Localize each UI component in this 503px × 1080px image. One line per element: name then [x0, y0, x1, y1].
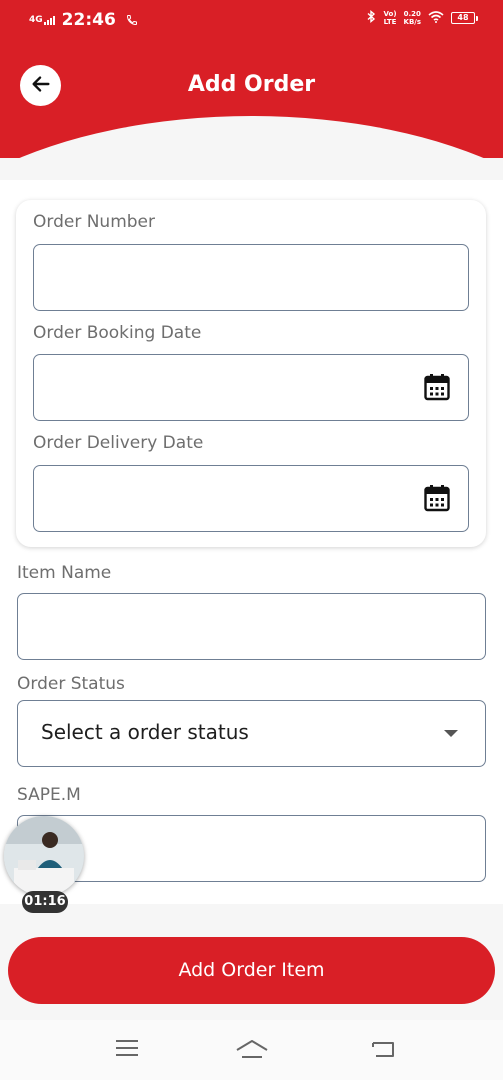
lte-text: LTE	[383, 18, 397, 26]
video-thumbnail	[4, 816, 84, 896]
volte-text: Vo)	[383, 10, 397, 18]
floating-video-bubble[interactable]	[4, 816, 84, 896]
wifi-icon	[428, 10, 444, 26]
add-order-item-button[interactable]: Add Order Item	[8, 937, 495, 1004]
order-status-select[interactable]: Select a order status	[17, 700, 486, 767]
order-delivery-date-label: Order Delivery Date	[33, 433, 204, 453]
status-right: Vo) LTE 0.20 KB/s 48	[367, 10, 478, 26]
order-number-label: Order Number	[33, 212, 156, 232]
calendar-icon[interactable]	[424, 373, 450, 405]
system-nav-bar	[0, 1020, 503, 1080]
page-title: Add Order	[187, 72, 316, 97]
form-container: Order Number Order Booking Date Order De…	[0, 180, 503, 904]
call-icon	[126, 11, 138, 30]
order-status-selected: Select a order status	[41, 720, 249, 744]
back-icon[interactable]	[370, 1038, 396, 1064]
signal-icon: 4G	[29, 15, 58, 25]
menu-icon[interactable]	[115, 1038, 139, 1062]
calendar-icon[interactable]	[424, 484, 450, 516]
header-curve	[0, 116, 503, 158]
order-info-card: Order Number Order Booking Date Order De…	[16, 200, 486, 547]
status-time: 22:46	[61, 10, 116, 30]
order-status-label: Order Status	[17, 674, 125, 694]
video-timer-badge: 01:16	[22, 891, 68, 913]
app-header: 4G 22:46 Vo) LTE 0.20 KB/s 48 Add Order	[0, 0, 503, 158]
speed-value: 0.20	[403, 10, 421, 18]
battery-icon: 48	[451, 12, 478, 24]
sape-m-label: SAPE.M	[17, 785, 81, 805]
sape-m-input[interactable]	[17, 815, 486, 882]
item-name-input[interactable]	[17, 593, 486, 660]
chevron-down-icon	[444, 730, 458, 737]
item-name-label: Item Name	[17, 563, 112, 583]
order-booking-date-label: Order Booking Date	[33, 323, 202, 343]
bluetooth-icon	[367, 10, 376, 26]
status-left: 4G 22:46	[29, 10, 138, 30]
battery-level: 48	[457, 13, 469, 22]
network-speed: 0.20 KB/s	[404, 10, 421, 26]
volte-indicator: Vo) LTE	[383, 10, 396, 26]
speed-unit: KB/s	[403, 18, 421, 26]
order-delivery-date-input[interactable]	[33, 465, 469, 532]
order-number-input[interactable]	[33, 244, 469, 311]
status-bar: 4G 22:46 Vo) LTE 0.20 KB/s 48	[0, 0, 503, 40]
network-type: 4G	[29, 15, 43, 25]
order-booking-date-input[interactable]	[33, 354, 469, 421]
home-icon[interactable]	[235, 1038, 269, 1066]
